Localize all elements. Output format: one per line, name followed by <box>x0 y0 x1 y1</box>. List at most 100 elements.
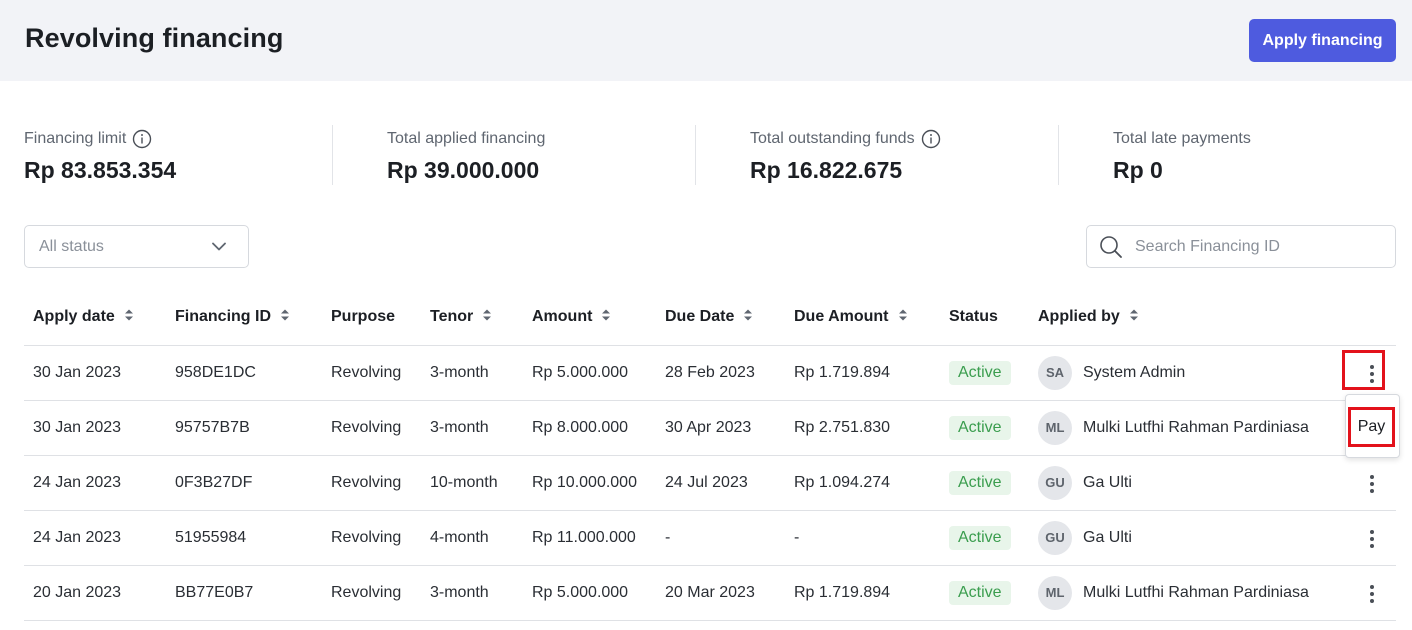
table-row[interactable]: 20 Jan 2023 BB77E0B7 Revolving 3-month R… <box>24 565 1396 621</box>
cell-tenor: 3-month <box>421 400 523 456</box>
cell-purpose: Revolving <box>322 400 421 456</box>
cell-apply-date: 24 Jan 2023 <box>24 510 166 566</box>
table-row[interactable]: 24 Jan 2023 51955984 Revolving 4-month R… <box>24 510 1396 566</box>
search-icon <box>1100 235 1122 258</box>
stat-value: Rp 0 <box>1113 157 1163 183</box>
applicant-name: Mulki Lutfhi Rahman Pardiniasa <box>1083 418 1309 436</box>
more-options-icon[interactable] <box>1362 469 1382 499</box>
avatar: SA <box>1038 355 1072 390</box>
search-input[interactable] <box>1135 237 1375 256</box>
more-options-icon[interactable] <box>1362 579 1382 609</box>
row-actions-menu: Pay <box>1345 394 1400 458</box>
info-icon[interactable] <box>921 129 941 149</box>
more-options-icon[interactable] <box>1362 524 1382 554</box>
table-row[interactable]: 30 Jan 2023 958DE1DC Revolving 3-month R… <box>24 345 1396 401</box>
cell-due-amount: - <box>785 510 940 566</box>
stat-label: Financing limit <box>24 129 127 147</box>
cell-due-date: 30 Apr 2023 <box>656 400 785 456</box>
column-header-purpose: Purpose <box>322 290 421 346</box>
stat-label: Total applied financing <box>387 129 546 147</box>
cell-apply-date: 30 Jan 2023 <box>24 345 166 401</box>
column-label: Purpose <box>331 308 396 326</box>
sort-icon[interactable] <box>482 308 492 322</box>
table-row[interactable]: 30 Jan 2023 95757B7B Revolving 3-month R… <box>24 400 1396 456</box>
cell-applied-by: SA System Admin <box>1029 345 1333 401</box>
avatar: GU <box>1038 465 1072 500</box>
column-header-actions <box>1333 290 1396 346</box>
stat-total-outstanding-funds: Total outstanding funds Rp 16.822.675 <box>750 125 941 185</box>
sort-icon[interactable] <box>601 308 611 322</box>
info-icon[interactable] <box>132 129 152 149</box>
table-row[interactable]: 24 Jan 2023 0F3B27DF Revolving 10-month … <box>24 455 1396 511</box>
cell-apply-date: 20 Jan 2023 <box>24 565 166 621</box>
stat-label: Total outstanding funds <box>750 129 915 147</box>
financing-table: Apply date Financing ID Purpose Tenor Am… <box>24 290 1396 621</box>
cell-status: Active <box>940 345 1029 401</box>
cell-due-amount: Rp 1.094.274 <box>785 455 940 511</box>
page-header: Revolving financing Apply financing <box>0 0 1412 81</box>
cell-due-amount: Rp 2.751.830 <box>785 400 940 456</box>
cell-tenor: 4-month <box>421 510 523 566</box>
stat-total-applied-financing: Total applied financing Rp 39.000.000 <box>387 125 545 185</box>
sort-icon[interactable] <box>743 308 753 322</box>
column-label: Tenor <box>430 308 474 326</box>
chevron-down-icon <box>212 242 226 251</box>
more-options-highlight <box>1342 350 1385 390</box>
column-header-applied-by[interactable]: Applied by <box>1029 290 1333 346</box>
cell-applied-by: GU Ga Ulti <box>1029 510 1333 566</box>
cell-purpose: Revolving <box>322 565 421 621</box>
column-header-status: Status <box>940 290 1029 346</box>
stat-total-late-payments: Total late payments Rp 0 <box>1113 125 1251 185</box>
cell-applied-by: GU Ga Ulti <box>1029 455 1333 511</box>
cell-tenor: 3-month <box>421 345 523 401</box>
cell-financing-id: 0F3B27DF <box>166 455 322 511</box>
status-badge: Active <box>949 360 1011 385</box>
cell-apply-date: 30 Jan 2023 <box>24 400 166 456</box>
column-header-tenor[interactable]: Tenor <box>421 290 523 346</box>
stat-divider <box>695 125 696 185</box>
cell-actions <box>1333 510 1396 566</box>
applicant-name: System Admin <box>1083 363 1186 381</box>
stat-financing-limit: Financing limit Rp 83.853.354 <box>24 125 176 185</box>
stat-divider <box>1058 125 1059 185</box>
cell-due-amount: Rp 1.719.894 <box>785 565 940 621</box>
cell-amount: Rp 8.000.000 <box>523 400 656 456</box>
column-header-due-date[interactable]: Due Date <box>656 290 785 346</box>
column-label: Apply date <box>33 308 115 326</box>
column-header-due-amount[interactable]: Due Amount <box>785 290 940 346</box>
cell-due-date: - <box>656 510 785 566</box>
cell-due-amount: Rp 1.719.894 <box>785 345 940 401</box>
cell-applied-by: ML Mulki Lutfhi Rahman Pardiniasa <box>1029 565 1333 621</box>
cell-status: Active <box>940 455 1029 511</box>
cell-apply-date: 24 Jan 2023 <box>24 455 166 511</box>
status-badge: Active <box>949 580 1011 605</box>
sort-icon[interactable] <box>124 308 134 322</box>
cell-financing-id: BB77E0B7 <box>166 565 322 621</box>
pay-menu-item[interactable]: Pay <box>1348 407 1395 447</box>
apply-financing-button[interactable]: Apply financing <box>1249 19 1396 62</box>
column-header-amount[interactable]: Amount <box>523 290 656 346</box>
cell-tenor: 10-month <box>421 455 523 511</box>
sort-icon[interactable] <box>1129 308 1139 322</box>
applicant-name: Ga Ulti <box>1083 528 1132 546</box>
page-title: Revolving financing <box>25 23 284 53</box>
status-badge: Active <box>949 525 1011 550</box>
status-filter-select[interactable]: All status <box>24 225 249 268</box>
search-box[interactable] <box>1086 225 1396 268</box>
status-badge: Active <box>949 415 1011 440</box>
column-header-financing-id[interactable]: Financing ID <box>166 290 322 346</box>
applicant-name: Ga Ulti <box>1083 473 1132 491</box>
sort-icon[interactable] <box>280 308 290 322</box>
status-filter-value: All status <box>39 237 104 255</box>
avatar: ML <box>1038 410 1072 445</box>
cell-amount: Rp 11.000.000 <box>523 510 656 566</box>
cell-applied-by: ML Mulki Lutfhi Rahman Pardiniasa <box>1029 400 1333 456</box>
stat-divider <box>332 125 333 185</box>
sort-icon[interactable] <box>898 308 908 322</box>
cell-status: Active <box>940 565 1029 621</box>
stat-value: Rp 39.000.000 <box>387 157 540 183</box>
stat-value: Rp 16.822.675 <box>750 157 903 183</box>
applicant-name: Mulki Lutfhi Rahman Pardiniasa <box>1083 583 1309 601</box>
column-header-apply-date[interactable]: Apply date <box>24 290 166 346</box>
column-label: Applied by <box>1038 308 1120 326</box>
